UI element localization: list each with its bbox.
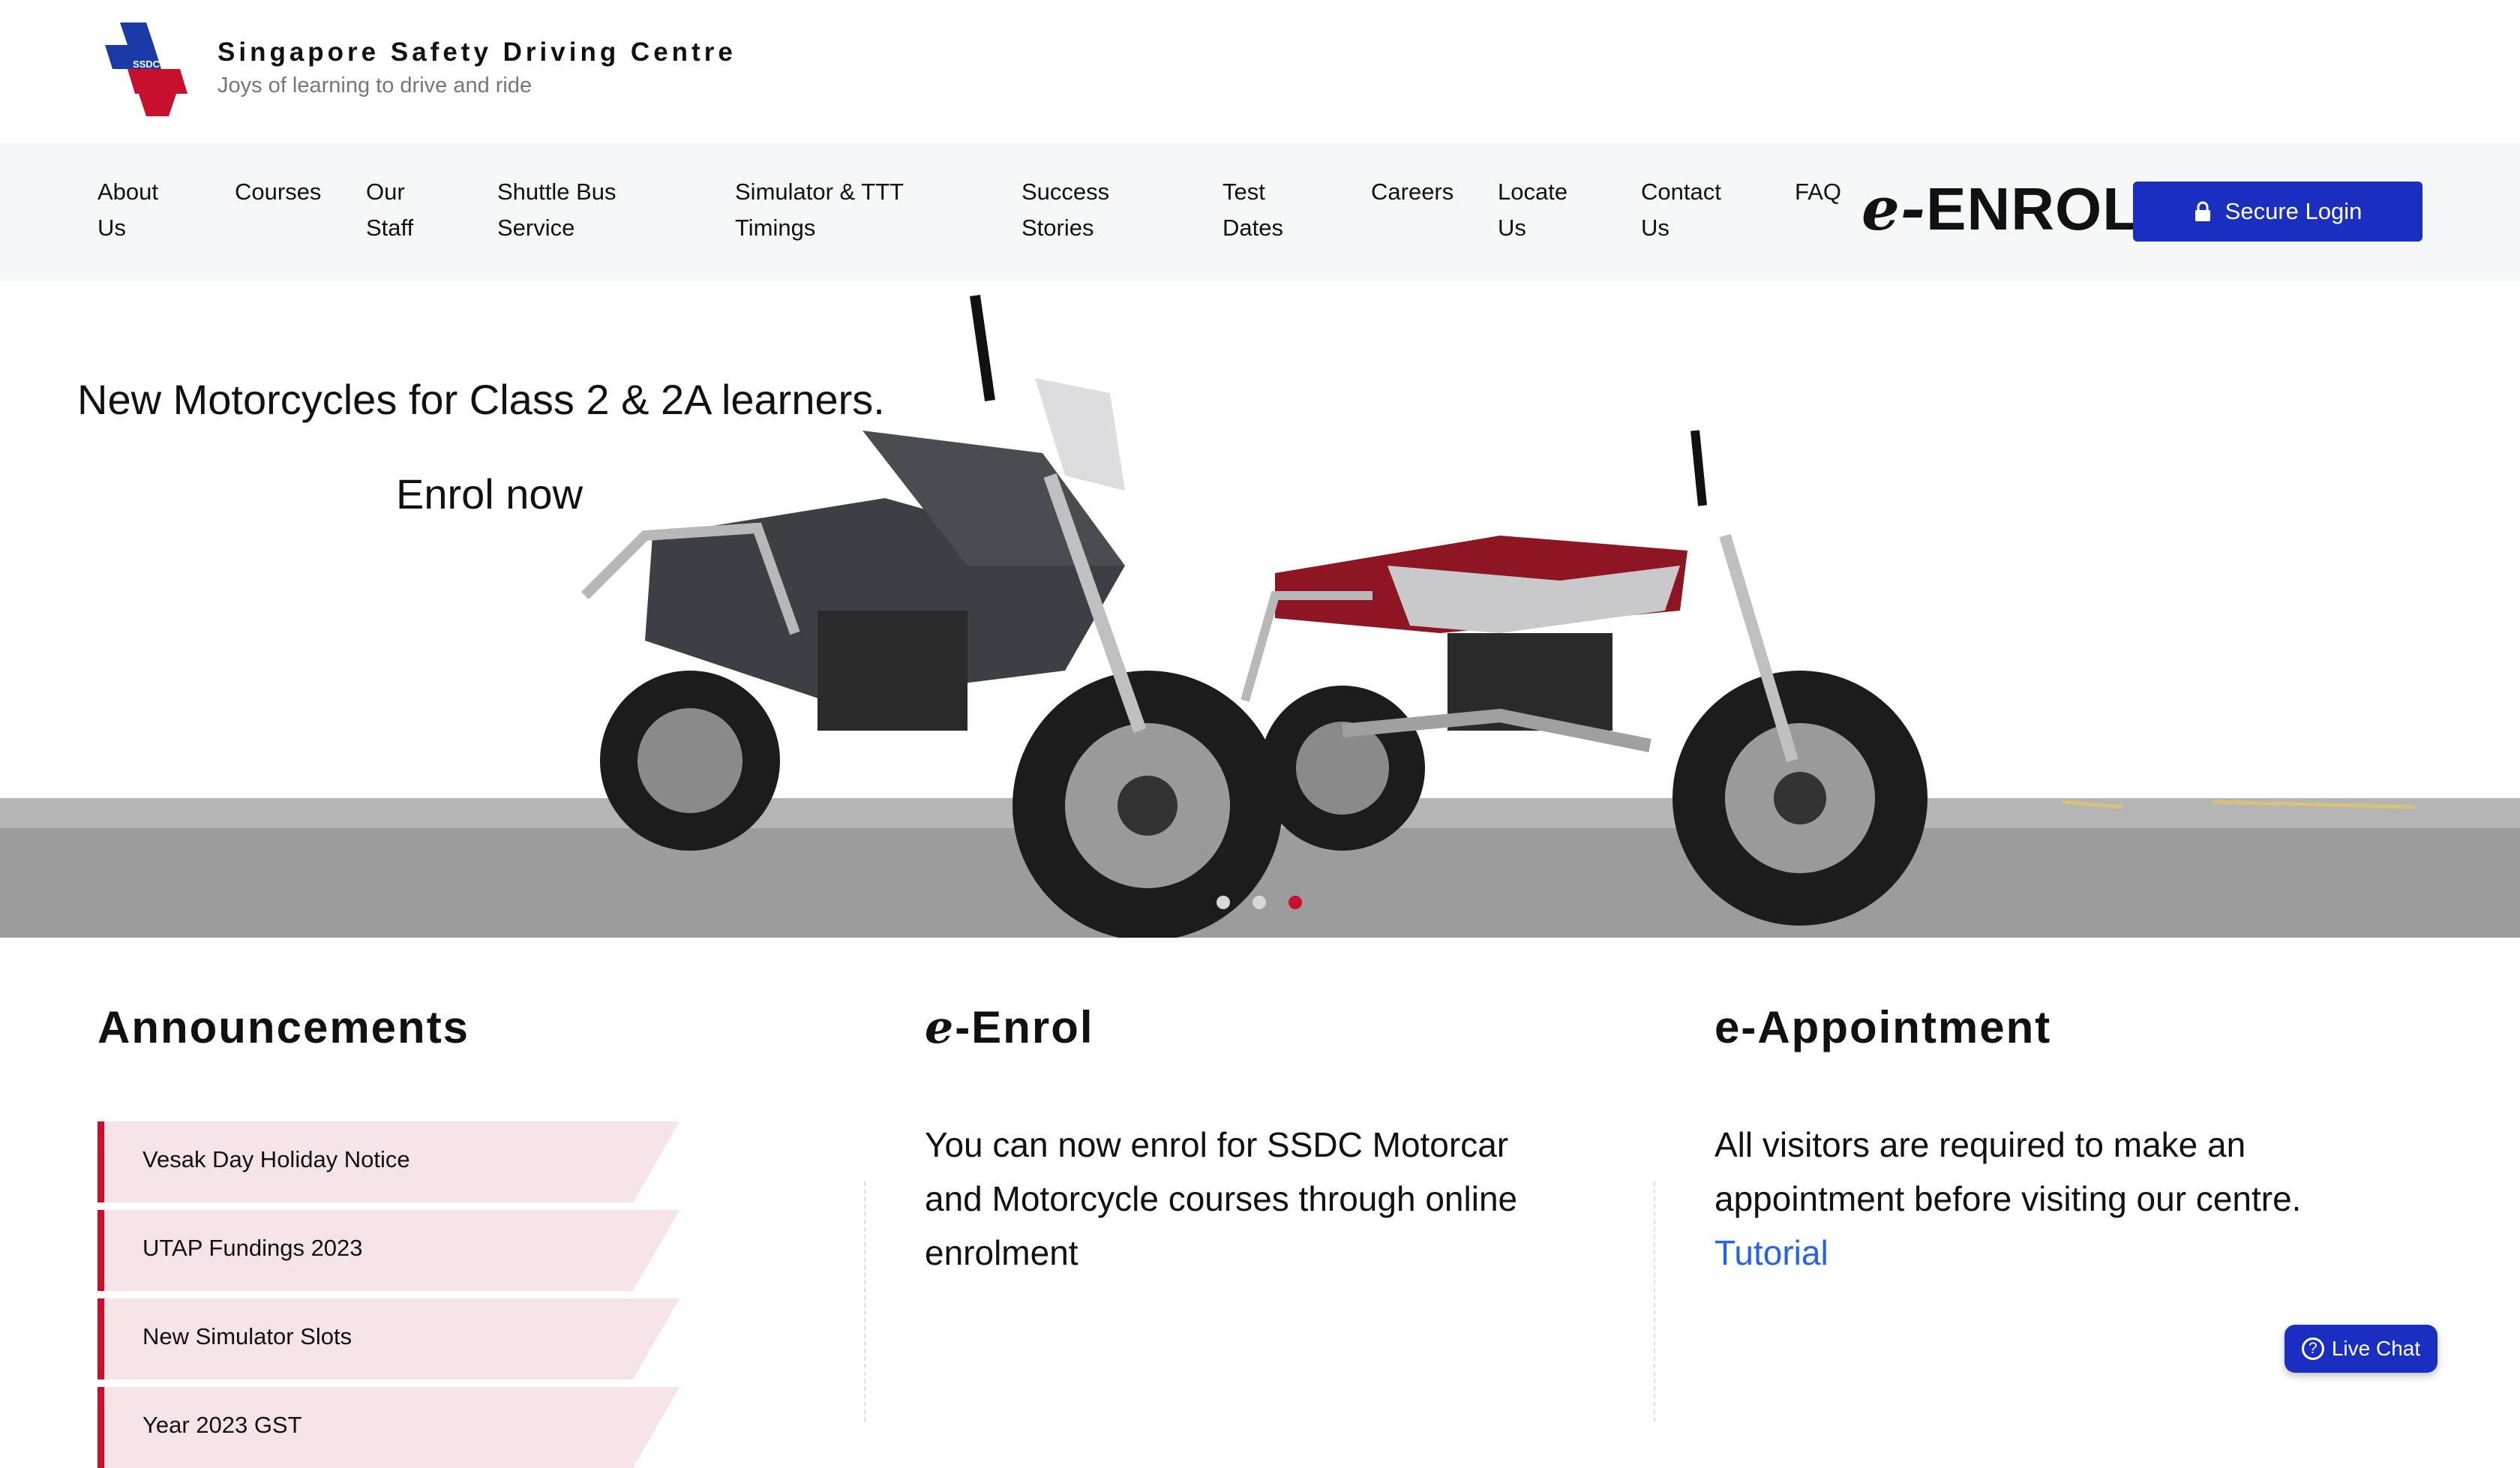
- column-divider: [864, 1181, 866, 1421]
- nav-careers[interactable]: Careers: [1371, 174, 1476, 210]
- secure-login-label: Secure Login: [2224, 198, 2362, 224]
- announcement-item[interactable]: UTAP Fundings 2023: [98, 1210, 680, 1291]
- nav-simulator-ttt-timings[interactable]: Simulator & TTT Timings: [735, 174, 938, 246]
- announcements-title: Announcements: [98, 1002, 470, 1052]
- nav-about-us[interactable]: About Us: [98, 174, 188, 246]
- live-chat-label: Live Chat: [2331, 1337, 2421, 1360]
- logo-text: SSDC: [133, 59, 160, 70]
- hero-headline: New Motorcycles for Class 2 & 2A learner…: [77, 376, 885, 423]
- nav-shuttle-bus-service[interactable]: Shuttle Bus Service: [497, 174, 647, 246]
- nav-our-staff[interactable]: Our Staff: [366, 174, 434, 246]
- announcement-item[interactable]: Vesak Day Holiday Notice: [98, 1121, 680, 1202]
- nav-locate-us[interactable]: Locate Us: [1498, 174, 1580, 246]
- live-chat-button[interactable]: ? Live Chat: [2284, 1325, 2438, 1373]
- e-enrol-text: You can now enrol for SSDC Motorcar and …: [925, 1125, 1518, 1272]
- question-circle-icon: ?: [2301, 1337, 2324, 1360]
- site-header: SSDC Singapore Safety Driving Centre Joy…: [0, 0, 2520, 143]
- hero-enrol-now[interactable]: Enrol now: [396, 470, 583, 518]
- brand-tagline: Joys of learning to drive and ride: [218, 74, 532, 98]
- secure-login-button[interactable]: Secure Login: [2133, 182, 2422, 242]
- carousel-dot-2[interactable]: [1252, 896, 1266, 909]
- nav-courses[interactable]: Courses: [235, 174, 340, 210]
- carousel-indicators: [1216, 896, 1302, 909]
- carousel-dot-1[interactable]: [1216, 896, 1230, 909]
- ssdc-logo[interactable]: SSDC: [105, 23, 188, 116]
- column-divider: [1654, 1181, 1655, 1421]
- e-enrol-logo[interactable]: e-ENROL: [1862, 177, 2140, 241]
- e-enrol-title: e-Enrol: [925, 1001, 1094, 1054]
- brand-title: Singapore Safety Driving Centre: [218, 38, 736, 67]
- hero-banner[interactable]: New Motorcycles for Class 2 & 2A learner…: [0, 281, 2520, 938]
- nav-success-stories[interactable]: Success Stories: [1022, 174, 1134, 246]
- announcement-item[interactable]: New Simulator Slots: [98, 1298, 680, 1379]
- carousel-dot-3[interactable]: [1288, 896, 1302, 909]
- lock-icon: [2194, 201, 2210, 221]
- nav-faq[interactable]: FAQ: [1795, 174, 1855, 210]
- e-appointment-text: All visitors are required to make an app…: [1714, 1125, 2302, 1272]
- announcement-item[interactable]: Year 2023 GST: [98, 1387, 680, 1468]
- nav-contact-us[interactable]: Contact Us: [1641, 174, 1738, 246]
- tutorial-link[interactable]: Tutorial: [1714, 1233, 1828, 1272]
- e-appointment-title: e-Appointment: [1714, 1002, 2052, 1052]
- nav-test-dates[interactable]: Test Dates: [1222, 174, 1290, 246]
